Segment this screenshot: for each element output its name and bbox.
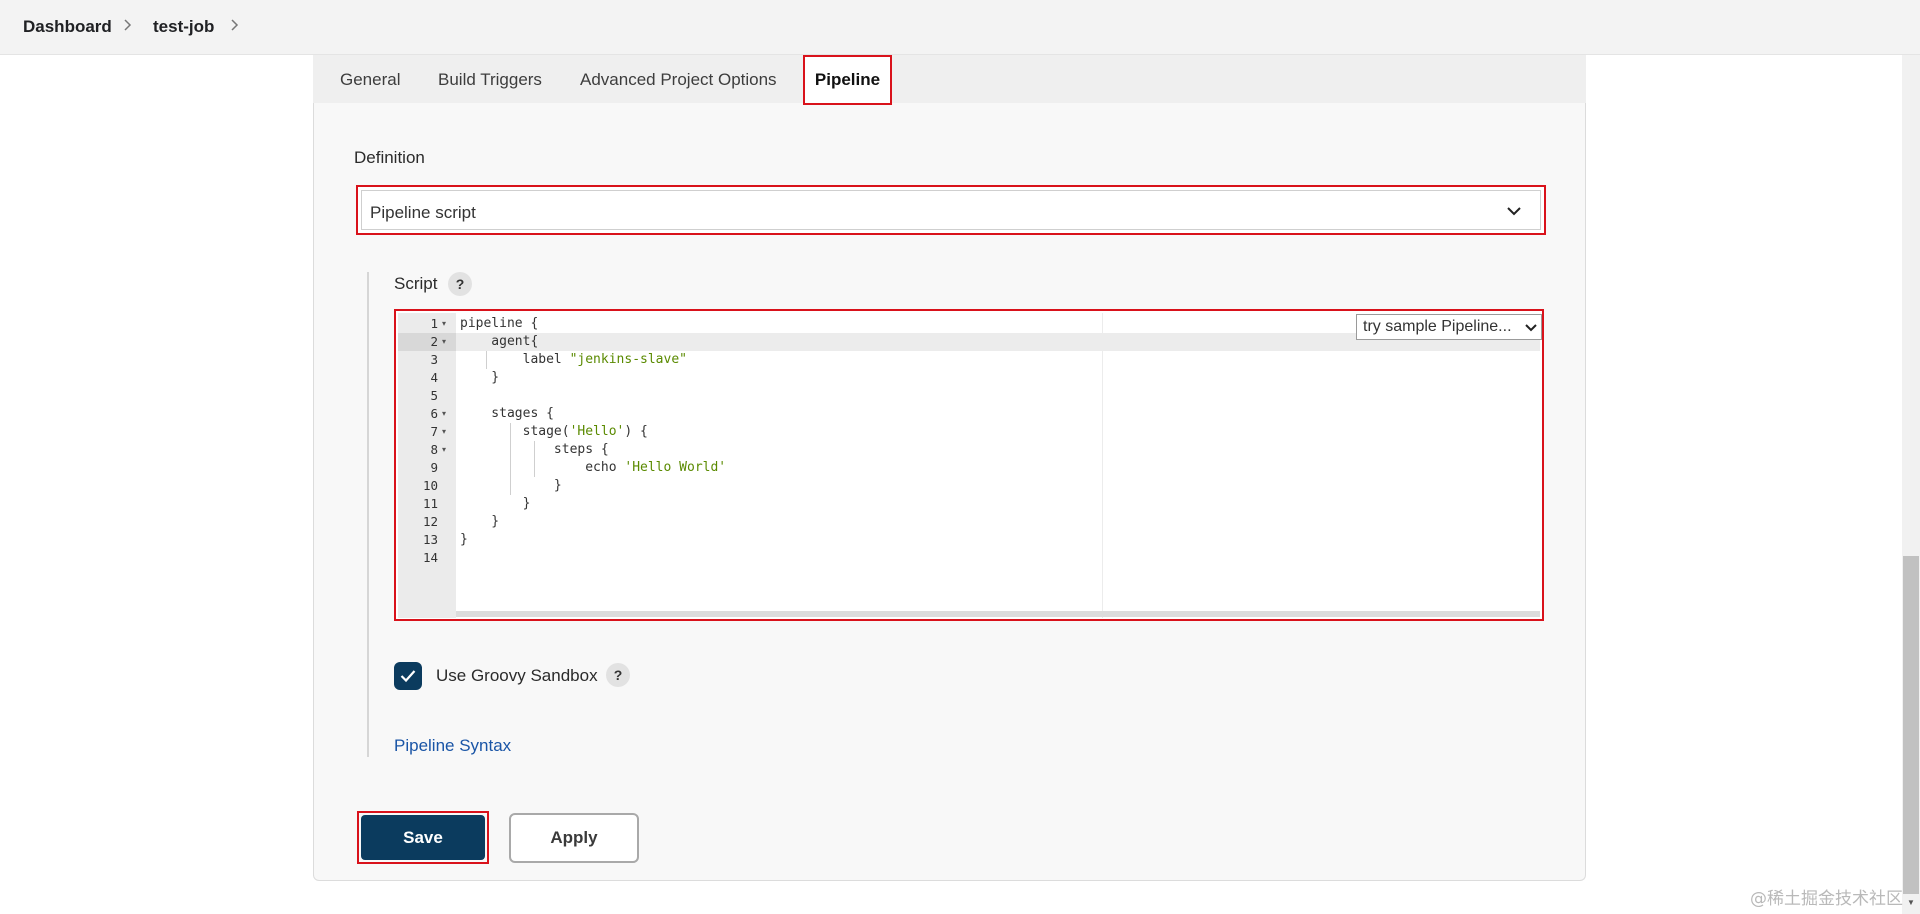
pipeline-syntax-link[interactable]: Pipeline Syntax bbox=[394, 736, 511, 756]
section-divider bbox=[367, 272, 369, 757]
line-number: 14 bbox=[422, 550, 438, 565]
print-margin bbox=[1102, 313, 1103, 618]
tab-general[interactable]: General bbox=[340, 70, 400, 90]
line-number: 12 bbox=[422, 514, 438, 529]
definition-label: Definition bbox=[354, 148, 425, 167]
tab-pipeline[interactable]: Pipeline bbox=[803, 55, 892, 105]
breadcrumb-test-job[interactable]: test-job bbox=[153, 17, 214, 37]
chevron-down-icon bbox=[1507, 207, 1521, 216]
definition-select-value: Pipeline script bbox=[370, 203, 476, 222]
code-line: } bbox=[460, 532, 468, 547]
code-line: } bbox=[460, 478, 562, 493]
code-line: label "jenkins-slave" bbox=[460, 352, 687, 367]
line-number: 1 bbox=[430, 316, 438, 331]
page-scrollbar-thumb[interactable] bbox=[1903, 556, 1919, 894]
groovy-sandbox-label[interactable]: Use Groovy Sandbox bbox=[436, 666, 598, 686]
line-number: 10 bbox=[422, 478, 438, 493]
definition-select[interactable]: Pipeline script bbox=[356, 185, 1546, 235]
sample-pipeline-select[interactable]: try sample Pipeline... bbox=[1356, 314, 1542, 340]
line-number: 7 bbox=[430, 424, 438, 439]
chevron-right-icon[interactable] bbox=[230, 16, 240, 34]
tab-advanced-project-options[interactable]: Advanced Project Options bbox=[580, 70, 777, 90]
fold-toggle-icon[interactable]: ▾ bbox=[442, 441, 450, 459]
code-line: } bbox=[460, 496, 531, 511]
apply-button[interactable]: Apply bbox=[509, 813, 639, 863]
fold-toggle-icon[interactable]: ▾ bbox=[442, 315, 450, 333]
script-editor[interactable]: 1 ▾ 2 ▾ 3 4 5 6 ▾ 7 ▾ 8 ▾ 9 10 11 12 13 14 pipeline { agent… bbox=[394, 309, 1544, 621]
fold-toggle-icon[interactable]: ▾ bbox=[442, 333, 450, 351]
code-line: } bbox=[460, 514, 500, 529]
line-number: 9 bbox=[430, 460, 438, 475]
line-number: 2 bbox=[430, 334, 438, 349]
breadcrumb-dashboard[interactable]: Dashboard bbox=[23, 17, 112, 37]
fold-toggle-icon[interactable]: ▾ bbox=[442, 405, 450, 423]
tab-build-triggers[interactable]: Build Triggers bbox=[438, 70, 542, 90]
groovy-sandbox-checkbox[interactable] bbox=[394, 662, 422, 690]
code-line: steps { bbox=[460, 442, 609, 457]
line-number: 11 bbox=[422, 496, 438, 511]
code-line: } bbox=[460, 370, 500, 385]
line-number: 5 bbox=[430, 388, 438, 403]
script-help-icon[interactable]: ? bbox=[448, 272, 472, 296]
code-line: echo 'Hello World' bbox=[460, 460, 727, 475]
line-number: 8 bbox=[430, 442, 438, 457]
editor-horizontal-scrollbar[interactable] bbox=[456, 611, 1540, 617]
line-number: 6 bbox=[430, 406, 438, 421]
watermark: @稀土掘金技术社区 bbox=[1750, 889, 1903, 909]
line-number: 13 bbox=[422, 532, 438, 547]
line-number: 4 bbox=[430, 370, 438, 385]
code-line: stage('Hello') { bbox=[460, 424, 648, 439]
chevron-down-icon bbox=[1525, 324, 1537, 332]
scroll-down-icon[interactable]: ▼ bbox=[1907, 898, 1915, 907]
script-label: Script bbox=[394, 274, 438, 293]
tab-bar: General Build Triggers Advanced Project … bbox=[313, 55, 1586, 103]
chevron-right-icon bbox=[123, 16, 133, 34]
checkmark-icon bbox=[400, 670, 416, 683]
code-line: stages { bbox=[460, 406, 554, 421]
fold-toggle-icon[interactable]: ▾ bbox=[442, 423, 450, 441]
line-number: 3 bbox=[430, 352, 438, 367]
breadcrumb-bar: Dashboard test-job bbox=[0, 0, 1920, 55]
sandbox-help-icon[interactable]: ? bbox=[606, 663, 630, 687]
save-button[interactable]: Save bbox=[361, 815, 485, 860]
code-line: pipeline { bbox=[460, 316, 539, 331]
sample-pipeline-select-value: try sample Pipeline... bbox=[1363, 318, 1512, 335]
code-line: agent{ bbox=[460, 334, 539, 349]
